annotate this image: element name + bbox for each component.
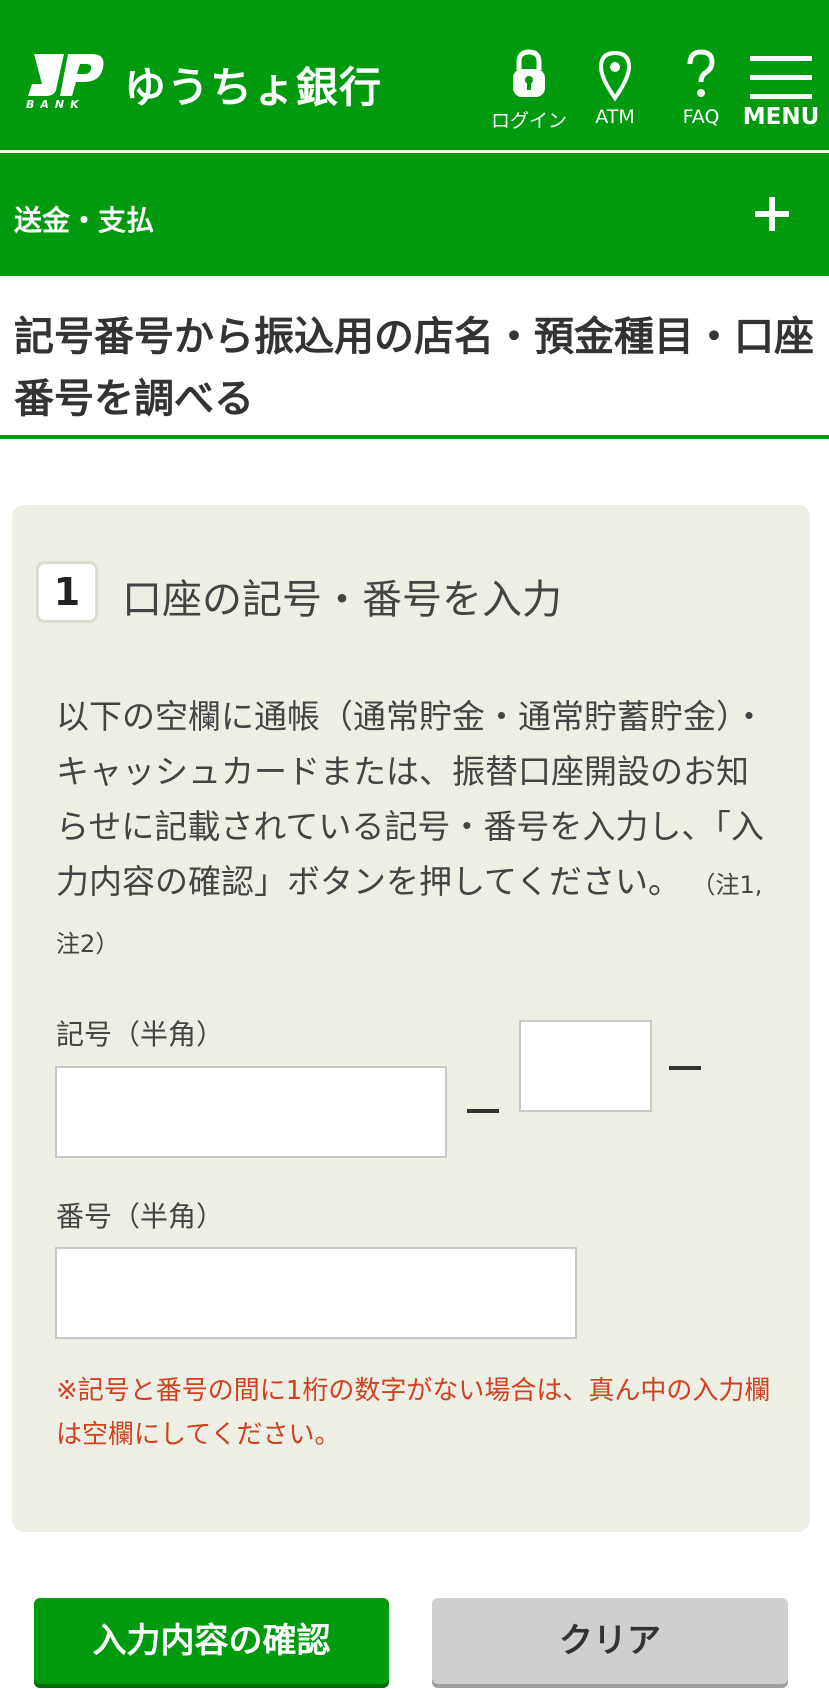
menu-label: MENU: [742, 104, 820, 130]
dash-separator: [467, 1109, 499, 1113]
subnav-label: 送金・支払: [14, 204, 155, 237]
instructions-text: 以下の空欄に通帳（通常貯金・通常貯蓄貯金）・キャッシュカードまたは、振替口座開設…: [56, 689, 776, 972]
step-number-badge: 1: [36, 561, 98, 623]
plus-icon: [755, 197, 789, 231]
login-button[interactable]: ログイン: [486, 48, 572, 140]
bangou-input[interactable]: [55, 1247, 577, 1339]
brand-name: ゆうちょ銀行: [124, 63, 383, 112]
page-title: 記号番号から振込用の店名・預金種目・口座番号を調べる: [14, 314, 814, 422]
dash-separator: [669, 1066, 701, 1070]
instructions-body: 以下の空欄に通帳（通常貯金・通常貯蓄貯金）・キャッシュカードまたは、振替口座開設…: [56, 697, 766, 901]
confirm-button[interactable]: 入力内容の確認: [34, 1598, 389, 1684]
warning-note: ※記号と番号の間に1桁の数字がない場合は、真ん中の入力欄は空欄にしてください。: [56, 1376, 771, 1450]
clear-button[interactable]: クリア: [432, 1598, 788, 1684]
atm-label: ATM: [595, 106, 635, 128]
login-label: ログイン: [490, 110, 567, 132]
jp-bank-logo[interactable]: BANK: [24, 50, 106, 116]
jp-logo-mark: [28, 54, 104, 96]
lock-icon: [513, 49, 545, 97]
hamburger-menu-icon: [750, 56, 812, 99]
location-pin-icon: [598, 50, 632, 102]
middle-digit-input[interactable]: [519, 1020, 652, 1112]
faq-button[interactable]: FAQ: [658, 48, 744, 140]
menu-button[interactable]: MENU: [736, 48, 826, 140]
site-header: BANK ゆうちょ銀行 ログイン ATM FAQ MENU: [0, 0, 829, 150]
faq-label: FAQ: [682, 106, 720, 128]
atm-button[interactable]: ATM: [572, 48, 658, 140]
logo-subtext: BANK: [26, 98, 85, 111]
kigou-label: 記号（半角）: [56, 1018, 225, 1051]
bangou-label: 番号（半角）: [56, 1200, 225, 1233]
step-title: 口座の記号・番号を入力: [122, 577, 562, 623]
title-divider: [0, 435, 829, 439]
input-panel: 1 口座の記号・番号を入力 以下の空欄に通帳（通常貯金・通常貯蓄貯金）・キャッシ…: [12, 505, 810, 1532]
subnav-accordion[interactable]: 送金・支払: [0, 153, 829, 276]
kigou-input[interactable]: [55, 1066, 447, 1158]
question-icon: [687, 49, 715, 97]
